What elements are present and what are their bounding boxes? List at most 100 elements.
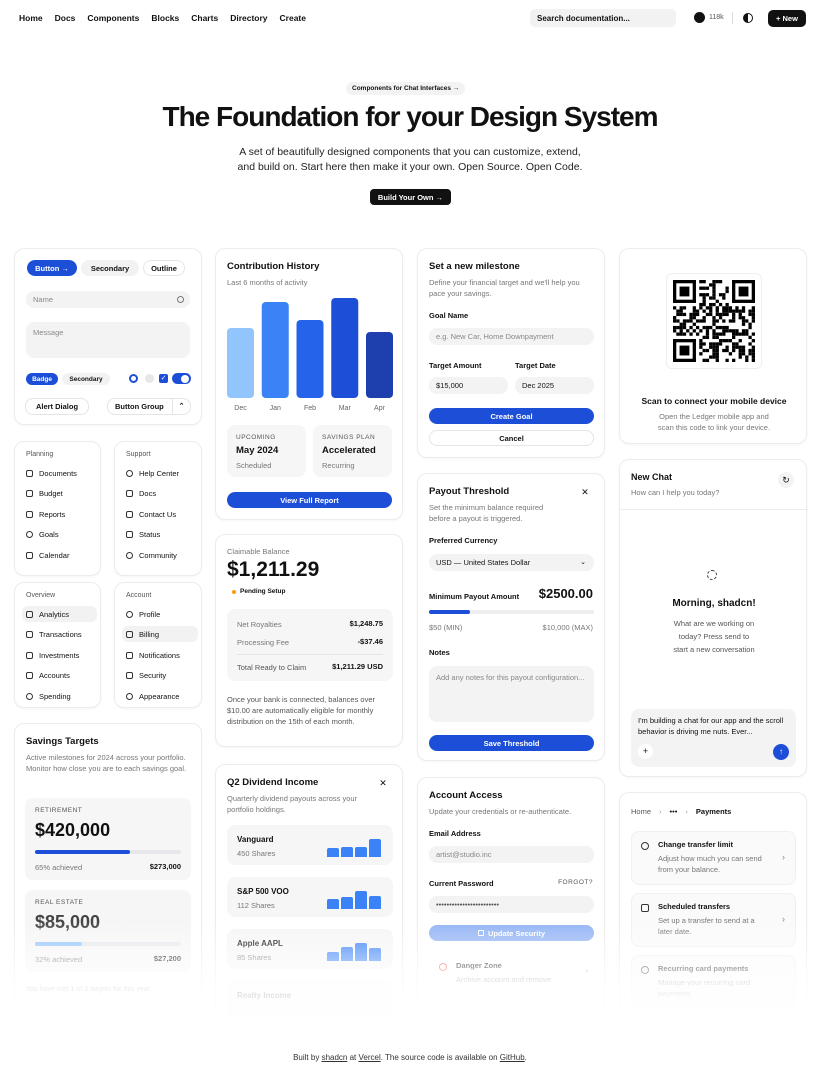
- shield-icon: [126, 671, 133, 679]
- close-icon[interactable]: ✕: [376, 776, 390, 790]
- outline-button[interactable]: Outline: [143, 260, 185, 276]
- email-field[interactable]: artist@studio.inc: [429, 846, 594, 863]
- password-field[interactable]: ••••••••••••••••••••••••: [429, 896, 594, 913]
- nav-link-home[interactable]: Home: [19, 13, 43, 23]
- menu-item-analytics[interactable]: Analytics: [22, 606, 97, 622]
- github-link[interactable]: 118k: [694, 12, 724, 23]
- menu-item-calendar[interactable]: Calendar: [22, 547, 69, 563]
- send-button[interactable]: ↑: [773, 744, 789, 760]
- target-amount-input[interactable]: $15,000: [429, 377, 508, 394]
- qr-module: [712, 316, 716, 320]
- menu-item-help-center[interactable]: Help Center: [122, 465, 179, 481]
- payment-item-scheduled[interactable]: Scheduled transfers Set up a transfer to…: [631, 893, 796, 947]
- search-input[interactable]: Search documentation...: [530, 9, 676, 27]
- cancel-button[interactable]: Cancel: [429, 430, 594, 446]
- qr-module: [686, 329, 690, 333]
- qr-module: [732, 280, 755, 284]
- switch-toggle[interactable]: [172, 373, 191, 384]
- target-date-input[interactable]: Dec 2025: [515, 377, 594, 394]
- dividend-row[interactable]: Vanguard 450 Shares: [227, 825, 393, 865]
- name-input[interactable]: Name: [26, 291, 190, 308]
- menu-item-investments[interactable]: Investments: [22, 647, 79, 663]
- build-your-own-button[interactable]: Build Your Own →: [370, 189, 451, 205]
- nav-link-components[interactable]: Components: [87, 13, 139, 23]
- nav-link-docs[interactable]: Docs: [55, 13, 76, 23]
- theme-toggle-icon[interactable]: [743, 13, 753, 23]
- menu-item-label: Budget: [39, 488, 63, 498]
- chart-icon: [26, 510, 33, 518]
- menu-item-docs[interactable]: Docs: [122, 485, 156, 501]
- holding-name: S&P 500 VOO: [237, 887, 289, 896]
- dividend-row[interactable]: Apple AAPL 85 Shares: [227, 929, 393, 969]
- dividend-row[interactable]: Realty Income: [227, 981, 393, 1017]
- menu-item-status[interactable]: Status: [122, 526, 160, 542]
- button-group[interactable]: Button Group ⌃: [107, 398, 191, 415]
- menu-item-spending[interactable]: Spending: [22, 688, 71, 704]
- menu-item-billing[interactable]: Billing: [122, 626, 198, 642]
- qr-module: [699, 339, 703, 343]
- qr-module: [692, 309, 696, 313]
- new-button[interactable]: + New: [768, 10, 806, 27]
- announcement-pill[interactable]: Components for Chat Interfaces →: [346, 82, 466, 95]
- radio-unselected[interactable]: [145, 374, 154, 383]
- primary-button[interactable]: Button →: [27, 260, 77, 276]
- menu-item-security[interactable]: Security: [122, 667, 166, 683]
- min-payout-label: Minimum Payout Amount: [429, 592, 520, 601]
- qr-module: [715, 348, 719, 353]
- refresh-icon[interactable]: ↻: [778, 472, 794, 488]
- menu-item-reports[interactable]: Reports: [22, 506, 65, 522]
- nav-link-blocks[interactable]: Blocks: [151, 13, 179, 23]
- nav-link-charts[interactable]: Charts: [191, 13, 218, 23]
- chevron-up-icon[interactable]: ⌃: [172, 399, 190, 414]
- currency-select[interactable]: USD — United States Dollar ⌄: [429, 554, 594, 571]
- menu-item-appearance[interactable]: Appearance: [122, 688, 179, 704]
- footer-author-link[interactable]: shadcn: [322, 1053, 348, 1062]
- breadcrumb-home[interactable]: Home: [631, 807, 651, 816]
- alert-dialog-button[interactable]: Alert Dialog: [25, 398, 89, 415]
- breadcrumb-more[interactable]: •••: [670, 807, 678, 816]
- payout-slider[interactable]: [429, 610, 594, 614]
- breakdown-divider: [237, 654, 383, 655]
- calendar-icon: [641, 904, 649, 912]
- message-textarea[interactable]: Message: [26, 322, 190, 358]
- checkbox-checked[interactable]: ✓: [159, 374, 168, 383]
- progress-fill: [35, 942, 82, 946]
- dividend-row[interactable]: S&P 500 VOO 112 Shares: [227, 877, 393, 917]
- menu-item-community[interactable]: Community: [122, 547, 177, 563]
- create-goal-button[interactable]: Create Goal: [429, 408, 594, 424]
- notes-textarea[interactable]: Add any notes for this payout configurat…: [429, 666, 594, 722]
- save-threshold-button[interactable]: Save Threshold: [429, 735, 594, 751]
- menu-item-documents[interactable]: Documents: [22, 465, 77, 481]
- close-icon[interactable]: ✕: [578, 485, 592, 499]
- document-icon: [26, 469, 33, 477]
- radio-selected[interactable]: [129, 374, 138, 383]
- qr-module: [682, 319, 687, 323]
- globe-icon: [126, 551, 133, 559]
- menu-item-accounts[interactable]: Accounts: [22, 667, 70, 683]
- menu-item-contact-us[interactable]: Contact Us: [122, 506, 176, 522]
- menu-item-transactions[interactable]: Transactions: [22, 626, 82, 642]
- payment-item-transfer-limit[interactable]: Change transfer limit Adjust how much yo…: [631, 831, 796, 885]
- danger-desc: Archive account and remove: [456, 975, 552, 984]
- nav-link-directory[interactable]: Directory: [230, 13, 267, 23]
- menu-item-notifications[interactable]: Notifications: [122, 647, 180, 663]
- view-full-report-button[interactable]: View Full Report: [227, 492, 392, 508]
- update-security-button[interactable]: Update Security: [429, 925, 594, 941]
- danger-zone[interactable]: Danger Zone Archive account and remove ›: [429, 956, 594, 996]
- goal-name-input[interactable]: e.g. New Car, Home Downpayment: [429, 328, 594, 345]
- payment-item-recurring[interactable]: Recurring card payments Manage your recu…: [631, 955, 796, 1009]
- footer-company-link[interactable]: Vercel: [358, 1053, 380, 1062]
- nav-link-create[interactable]: Create: [280, 13, 306, 23]
- add-attachment-icon[interactable]: +: [638, 744, 653, 759]
- footer-repo-link[interactable]: GitHub: [500, 1053, 525, 1062]
- menu-item-goals[interactable]: Goals: [22, 526, 59, 542]
- forgot-password-link[interactable]: FORGOT?: [558, 879, 593, 886]
- chart-tick-label: Apr: [374, 405, 386, 412]
- menu-item-budget[interactable]: Budget: [22, 485, 63, 501]
- qr-module: [702, 299, 706, 303]
- tile-value: Accelerated: [322, 445, 376, 456]
- secondary-button[interactable]: Secondary: [81, 260, 139, 276]
- menu-item-profile[interactable]: Profile: [122, 606, 160, 622]
- chat-composer[interactable]: I'm building a chat for our app and the …: [631, 709, 796, 767]
- qr-module: [692, 322, 696, 326]
